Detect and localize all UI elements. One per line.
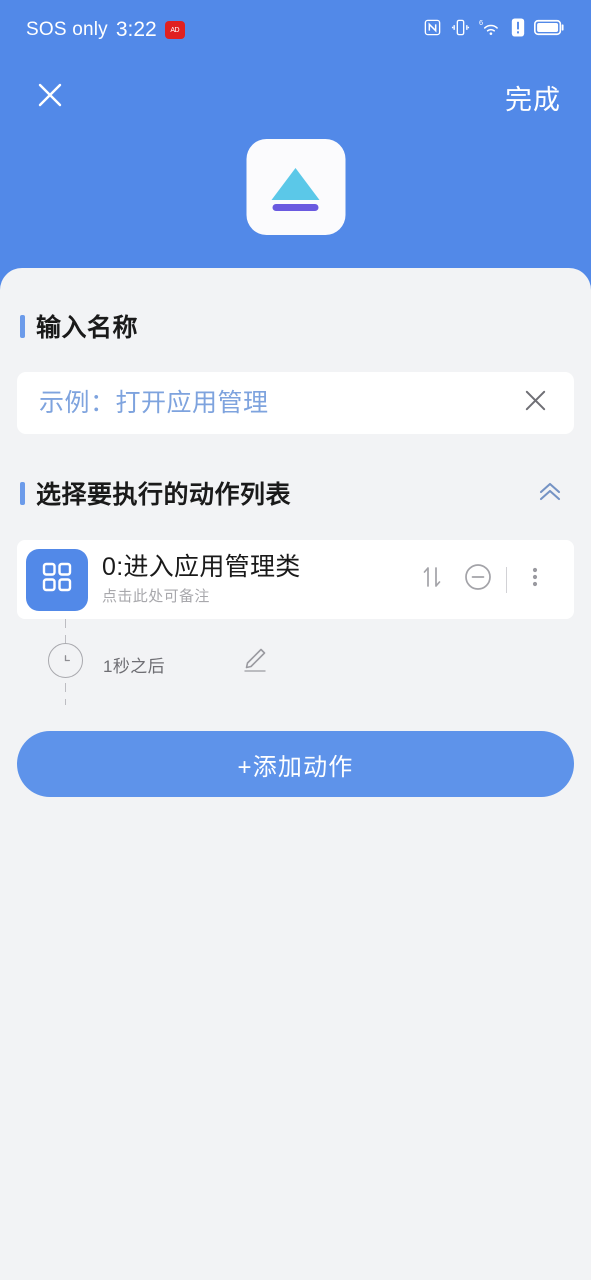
notification-badge-icon: AD	[164, 21, 185, 39]
vibrate-icon	[451, 18, 470, 42]
grid-apps-icon	[40, 560, 74, 599]
reorder-action-button[interactable]	[409, 555, 455, 605]
add-action-button[interactable]: +添加动作	[17, 731, 574, 797]
carrier-label: SOS only	[26, 19, 108, 40]
accent-bar	[20, 481, 25, 505]
app-root: SOS only 3:22 AD 6 完成 输入名称 示例：打开应用管理 选择要…	[0, 0, 591, 1280]
pencil-icon	[241, 645, 269, 678]
sort-updown-icon	[419, 563, 445, 596]
action-icon-container	[26, 548, 88, 611]
eject-icon	[271, 168, 320, 211]
tools-divider	[506, 566, 507, 593]
close-button[interactable]	[28, 75, 72, 119]
nfc-icon	[423, 18, 442, 42]
clock-icon	[48, 643, 83, 678]
actions-section-label: 选择要执行的动作列表	[36, 481, 292, 509]
wifi-6-icon: 6	[479, 18, 502, 42]
action-tools	[409, 555, 558, 605]
clear-input-button[interactable]	[518, 386, 552, 420]
battery-icon	[533, 18, 565, 42]
double-chevron-up-icon	[535, 476, 565, 511]
edit-delay-button[interactable]	[233, 641, 277, 681]
action-subtitle[interactable]: 点击此处可备注	[102, 585, 409, 606]
remove-action-button[interactable]	[455, 555, 501, 605]
action-delay-row: 1秒之后	[17, 619, 574, 705]
actions-section-title: 选择要执行的动作列表	[20, 475, 291, 511]
collapse-actions-button[interactable]	[529, 472, 571, 514]
content-sheet: 输入名称 选择要执行的动作列表	[0, 268, 591, 1280]
action-title: 0:进入应用管理类	[102, 553, 301, 581]
status-bar-right: 6	[423, 18, 565, 42]
done-button[interactable]: 完成	[503, 74, 563, 121]
app-icon	[246, 139, 345, 235]
action-text-block: 0:进入应用管理类 点击此处可备注	[102, 553, 409, 606]
search-input[interactable]	[39, 388, 518, 418]
close-icon	[34, 79, 66, 116]
status-bar: SOS only 3:22 AD 6	[0, 0, 591, 60]
more-vertical-icon	[524, 563, 546, 596]
close-icon	[522, 387, 549, 419]
action-list-item[interactable]: 0:进入应用管理类 点击此处可备注	[17, 540, 574, 619]
accent-bar	[20, 314, 25, 338]
status-bar-left: SOS only 3:22 AD	[26, 18, 185, 42]
name-section-label: 输入名称	[36, 314, 139, 342]
name-section-title: 输入名称	[20, 308, 574, 344]
delay-label: 1秒之后	[103, 657, 166, 676]
actions-section-header: 选择要执行的动作列表	[20, 472, 571, 514]
action-menu-button[interactable]	[512, 555, 558, 605]
navigation-bar: 完成	[0, 66, 591, 128]
svg-text:6: 6	[479, 18, 483, 27]
clock-label: 3:22	[115, 18, 157, 41]
minus-circle-icon	[462, 561, 494, 598]
name-input-field[interactable]	[17, 372, 574, 434]
alert-icon	[511, 18, 525, 42]
